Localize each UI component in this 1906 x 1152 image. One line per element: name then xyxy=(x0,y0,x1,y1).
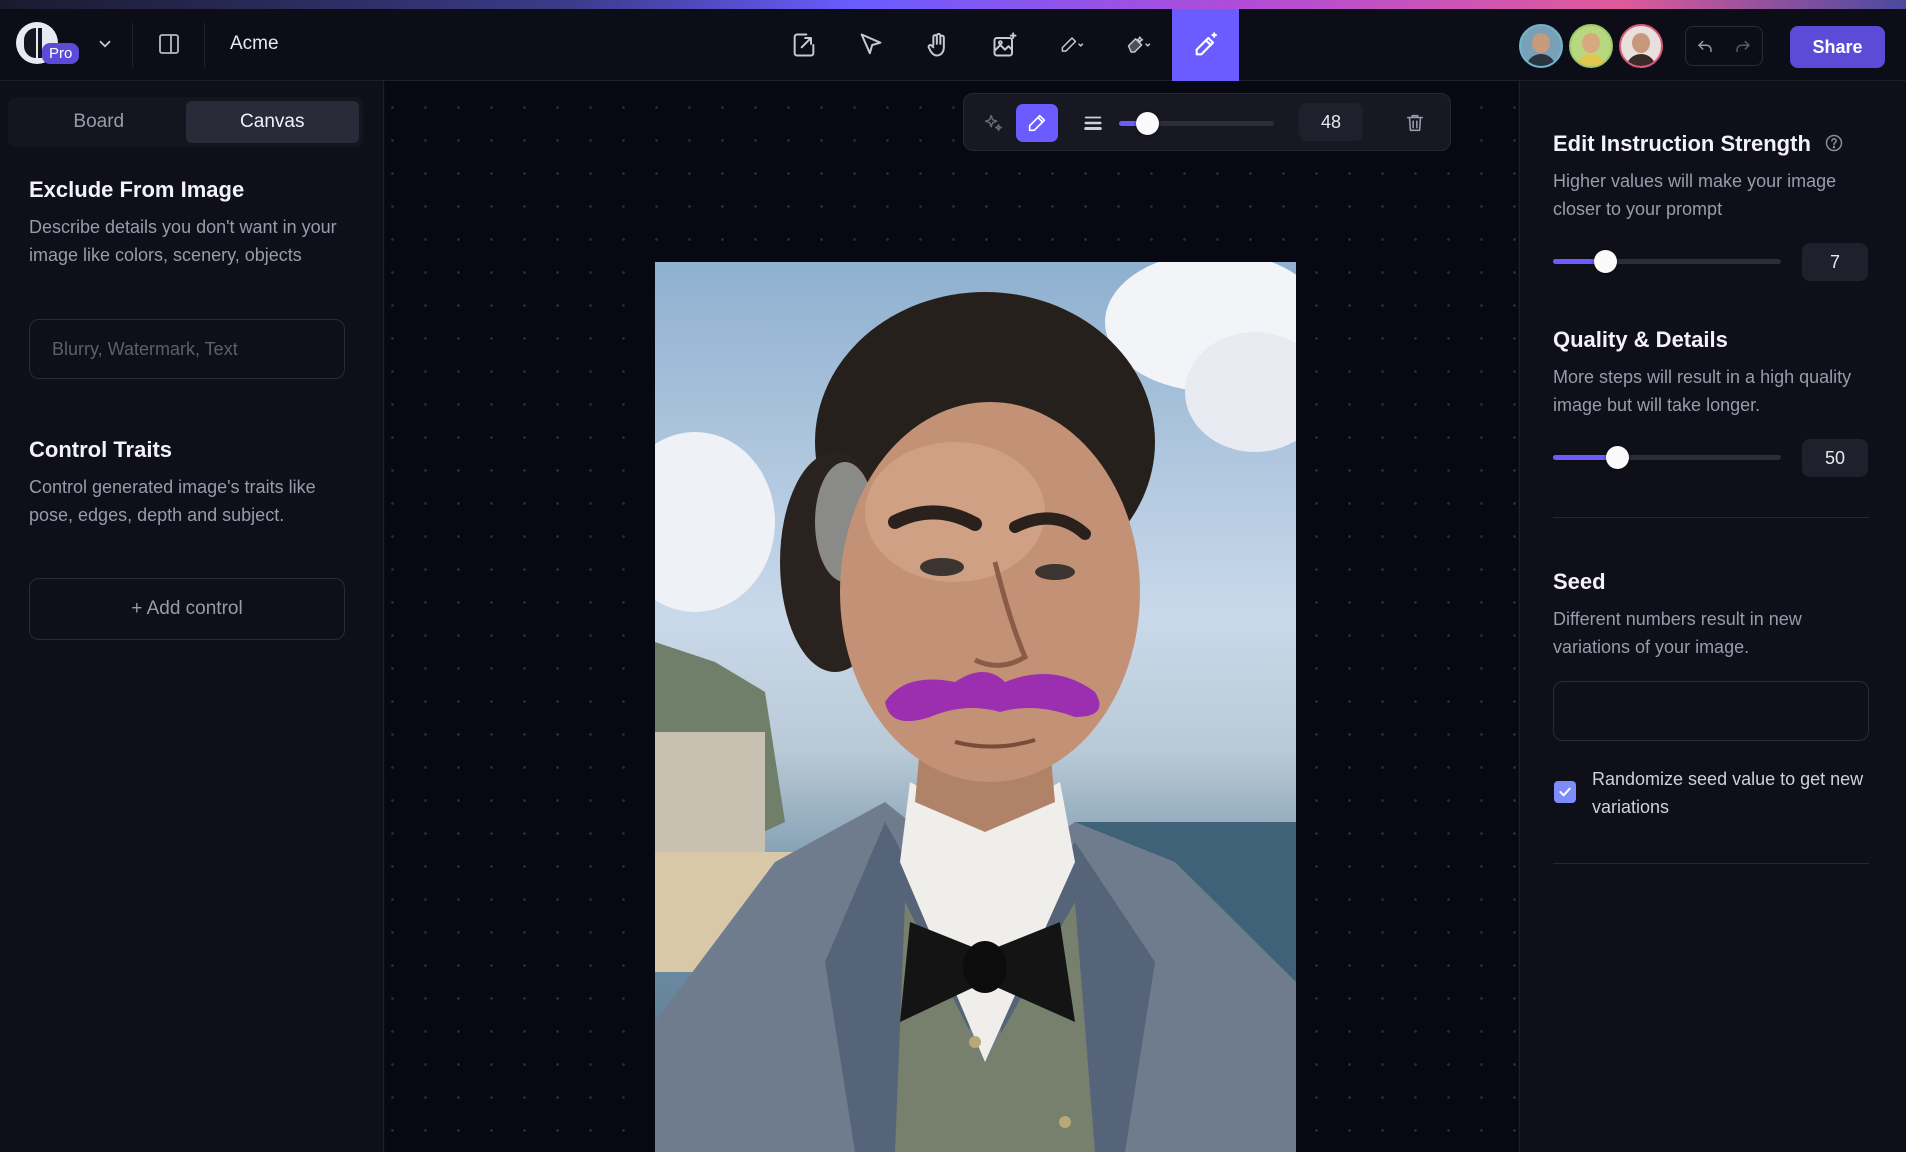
hand-icon xyxy=(927,33,945,57)
strength-description: Higher values will make your image close… xyxy=(1553,171,1837,219)
magic-brush-icon xyxy=(1195,32,1217,56)
eraser-tool[interactable] xyxy=(1105,9,1172,81)
tab-canvas[interactable]: Canvas xyxy=(185,101,359,143)
redo-icon xyxy=(1736,40,1750,52)
brush-size-value[interactable]: 48 xyxy=(1299,103,1363,141)
left-panel: Board Canvas Exclude From Image Describe… xyxy=(0,81,384,1152)
tab-board[interactable]: Board xyxy=(12,101,186,143)
chevron-down-icon[interactable] xyxy=(96,35,114,53)
quality-value[interactable]: 50 xyxy=(1802,439,1868,477)
right-panel: Edit Instruction Strength Higher values … xyxy=(1519,81,1906,1152)
avatar[interactable] xyxy=(1619,24,1663,68)
eraser-magic-icon xyxy=(1127,36,1150,53)
slider-knob[interactable] xyxy=(1135,112,1159,135)
sidebar-toggle-icon[interactable] xyxy=(157,32,181,56)
slider-knob[interactable] xyxy=(1605,446,1629,469)
undo-button[interactable] xyxy=(1686,27,1724,65)
magic-brush-tool[interactable] xyxy=(1172,9,1239,81)
quality-slider[interactable] xyxy=(1553,446,1781,469)
avatar[interactable] xyxy=(1519,24,1563,68)
seed-description: Different numbers result in new variatio… xyxy=(1553,609,1802,657)
quality-description: More steps will result in a high quality… xyxy=(1553,367,1852,415)
share-button[interactable]: Share xyxy=(1790,26,1885,68)
section-divider xyxy=(1553,517,1869,518)
history-controls xyxy=(1685,26,1763,66)
portrait-illustration xyxy=(655,262,1296,1152)
pencil-tool[interactable] xyxy=(1038,9,1105,81)
avatar[interactable] xyxy=(1569,24,1613,68)
slider-knob[interactable] xyxy=(1594,250,1618,273)
randomize-seed-label[interactable]: Randomize seed value to get new variatio… xyxy=(1592,765,1872,821)
select-tool[interactable] xyxy=(837,9,904,81)
upload-tool[interactable] xyxy=(770,9,837,81)
brush-size-slider[interactable] xyxy=(1119,112,1274,135)
undo-icon xyxy=(1698,40,1712,52)
exclude-input[interactable] xyxy=(29,319,345,379)
pro-badge: Pro xyxy=(42,43,80,64)
help-icon[interactable] xyxy=(1824,133,1844,153)
control-traits-title: Control Traits xyxy=(29,437,173,462)
magic-sparkle-button[interactable] xyxy=(972,104,1014,142)
exclude-title: Exclude From Image xyxy=(29,177,245,202)
strength-slider[interactable] xyxy=(1553,250,1781,273)
seed-title: Seed xyxy=(1553,569,1606,594)
quality-title: Quality & Details xyxy=(1553,327,1728,352)
add-control-button[interactable]: + Add control xyxy=(29,578,345,640)
check-icon xyxy=(1559,787,1571,797)
section-divider xyxy=(1553,863,1869,864)
brush-toolbar: 48 xyxy=(963,93,1451,151)
cursor-icon xyxy=(860,33,881,55)
redo-button[interactable] xyxy=(1724,27,1762,65)
brush-button[interactable] xyxy=(1016,104,1058,142)
view-tabs: Board Canvas xyxy=(8,97,363,147)
seed-input[interactable] xyxy=(1553,681,1869,741)
exclude-description: Describe details you don't want in your … xyxy=(29,217,337,265)
trash-icon xyxy=(1406,114,1424,132)
randomize-seed-checkbox[interactable] xyxy=(1554,781,1576,803)
top-gradient-bar xyxy=(0,0,1906,9)
sparkle-icon xyxy=(984,114,1002,132)
pencil-icon xyxy=(1028,114,1046,132)
collaborator-avatars xyxy=(1519,24,1669,68)
canvas-area[interactable]: 48 xyxy=(385,81,1518,1152)
app-header: Pro Acme Share xyxy=(0,9,1906,81)
strength-value[interactable]: 7 xyxy=(1802,243,1868,281)
project-name[interactable]: Acme xyxy=(230,33,279,55)
header-divider xyxy=(204,23,205,67)
brush-size-button[interactable] xyxy=(1072,104,1114,142)
upload-icon xyxy=(793,33,814,57)
strength-title: Edit Instruction Strength xyxy=(1553,131,1811,156)
delete-button[interactable] xyxy=(1394,104,1436,142)
main-toolbar xyxy=(770,9,1239,81)
hand-tool[interactable] xyxy=(904,9,971,81)
image-magic-icon xyxy=(993,32,1016,57)
image-generate-tool[interactable] xyxy=(971,9,1038,81)
header-divider xyxy=(132,23,133,67)
control-traits-description: Control generated image's traits like po… xyxy=(29,477,316,525)
line-weight-icon xyxy=(1084,116,1102,130)
pencil-icon xyxy=(1061,37,1083,52)
generated-image[interactable] xyxy=(655,262,1296,1152)
